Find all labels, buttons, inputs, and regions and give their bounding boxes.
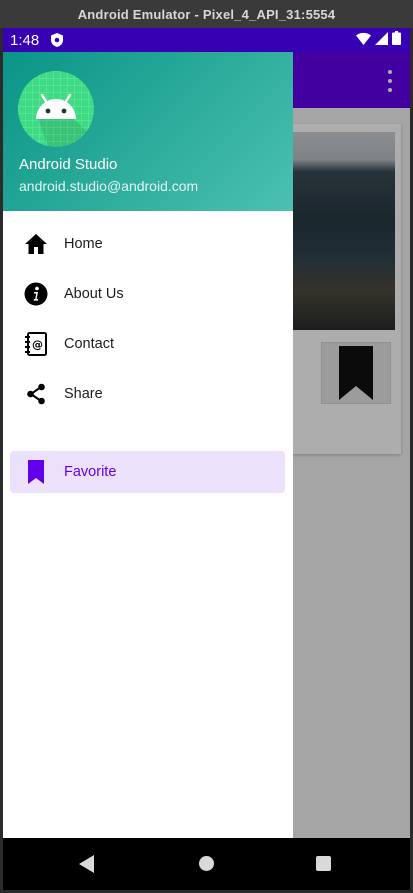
recents-icon[interactable] bbox=[316, 856, 331, 871]
back-icon[interactable] bbox=[79, 855, 94, 873]
menu-item-contact[interactable]: @ Contact bbox=[10, 323, 285, 365]
drawer-header: Android Studio android.studio@android.co… bbox=[3, 52, 293, 211]
shield-icon bbox=[51, 33, 64, 47]
emulator-window-title: Android Emulator - Pixel_4_API_31:5554 bbox=[0, 0, 413, 28]
menu-item-label: Share bbox=[64, 386, 103, 402]
info-icon bbox=[24, 282, 48, 306]
home-icon bbox=[24, 232, 48, 256]
share-icon bbox=[24, 382, 48, 406]
battery-icon bbox=[392, 31, 401, 49]
svg-text:@: @ bbox=[32, 338, 43, 351]
menu-item-share[interactable]: Share bbox=[10, 373, 285, 415]
menu-item-home[interactable]: Home bbox=[10, 223, 285, 265]
menu-item-favorite[interactable]: Favorite bbox=[10, 451, 285, 493]
wifi-icon bbox=[356, 32, 371, 49]
user-email: android.studio@android.com bbox=[19, 178, 199, 194]
status-bar: 1:48 bbox=[3, 28, 410, 52]
menu-item-about-us[interactable]: About Us bbox=[10, 273, 285, 315]
status-icons bbox=[356, 31, 401, 49]
contact-book-icon: @ bbox=[24, 332, 48, 356]
menu-item-label: Favorite bbox=[64, 464, 117, 480]
cell-signal-icon bbox=[375, 31, 388, 49]
bookmark-icon bbox=[24, 460, 48, 484]
home-button-icon[interactable] bbox=[199, 856, 214, 871]
menu-item-label: Home bbox=[64, 236, 103, 252]
user-name: Android Studio bbox=[19, 156, 118, 173]
menu-item-label: Contact bbox=[64, 336, 114, 352]
system-navigation-bar bbox=[3, 838, 410, 890]
device-screen: 1:48 Android Studio android.studio@andro… bbox=[3, 28, 410, 890]
android-avatar-icon bbox=[18, 71, 94, 147]
navigation-drawer: Android Studio android.studio@android.co… bbox=[3, 52, 293, 838]
menu-item-label: About Us bbox=[64, 286, 124, 302]
status-time: 1:48 bbox=[10, 31, 40, 49]
